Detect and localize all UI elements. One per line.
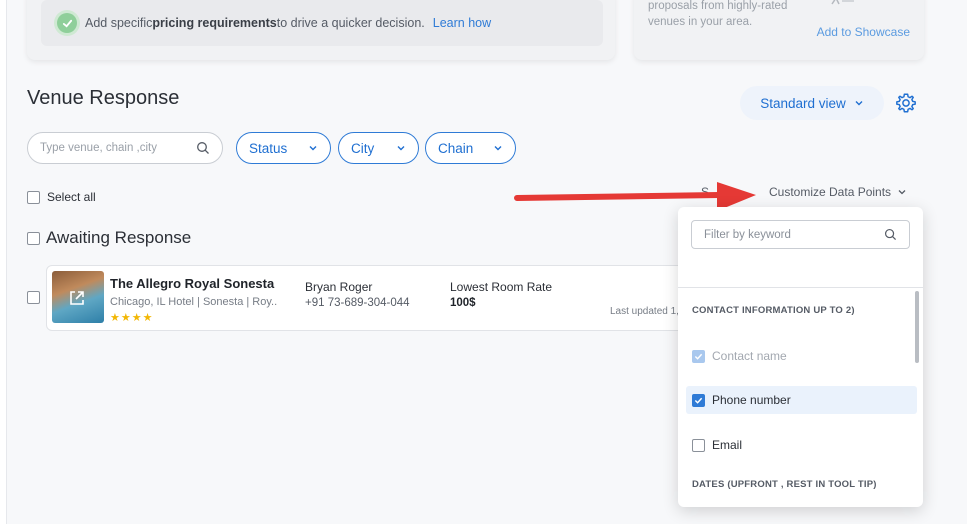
venue-name[interactable]: The Allegro Royal Sonesta (110, 276, 274, 291)
chevron-down-icon (855, 101, 863, 106)
status-filter-dropdown[interactable]: Status (236, 132, 331, 164)
venue-thumbnail[interactable] (52, 271, 104, 323)
select-all-checkbox[interactable] (27, 190, 40, 204)
rate-value: 100$ (450, 297, 476, 309)
page-title: Venue Response (27, 87, 180, 109)
star-rating: ★★★★ (110, 312, 154, 324)
customize-data-points-menu: CONTACT INFORMATION UP TO 2) Contact nam… (678, 207, 923, 507)
venue-details: Chicago, IL Hotel | Sonesta | Roy.. (110, 296, 278, 308)
external-link-icon[interactable] (68, 289, 86, 307)
keyword-filter-field[interactable] (691, 220, 910, 249)
search-icon (197, 142, 209, 154)
pricing-tip-bold: pricing requirements (152, 16, 277, 30)
select-all-label: Select all (47, 190, 96, 204)
menu-scrollbar[interactable] (915, 291, 919, 363)
option-email[interactable]: Email (686, 431, 917, 459)
contact-name: Bryan Roger (305, 280, 373, 294)
contact-phone: +91 73-689-304-044 (305, 297, 410, 309)
pricing-tip-prefix: Add specific (85, 16, 153, 30)
search-icon (884, 228, 897, 241)
standard-view-dropdown[interactable]: Standard view (740, 86, 884, 120)
email-checkbox[interactable] (692, 438, 705, 452)
city-filter-label: City (351, 140, 375, 156)
option-contact-name: Contact name (686, 342, 917, 370)
last-updated: Last updated 1, (610, 306, 679, 317)
standard-view-label: Standard view (760, 95, 846, 111)
option-phone-number[interactable]: Phone number (686, 386, 917, 414)
pricing-tip-card: Add specific pricing requirements to dri… (27, 0, 615, 60)
pricing-tip: Add specific pricing requirements to dri… (41, 0, 603, 46)
showcase-text: proposals from highly-rated venues in yo… (648, 0, 788, 28)
contact-name-checkbox (692, 349, 705, 363)
rate-label: Lowest Room Rate (450, 280, 553, 294)
learn-how-link[interactable]: Learn how (433, 16, 491, 30)
customize-data-points-label: Customize Data Points (769, 185, 892, 199)
pricing-tip-suffix: to drive a quicker decision. (276, 16, 425, 30)
awaiting-group-checkbox[interactable] (27, 231, 40, 245)
contact-info-heading: CONTACT INFORMATION UP TO 2) (692, 305, 855, 316)
showcase-card: proposals from highly-rated venues in yo… (634, 0, 924, 60)
chevron-down-icon (898, 190, 906, 195)
awaiting-group-title: Awaiting Response (46, 228, 192, 247)
awaiting-group-header: Awaiting Response (27, 228, 191, 248)
chevron-down-icon (397, 146, 405, 151)
menu-divider (678, 287, 923, 288)
status-filter-label: Status (249, 140, 288, 156)
dates-heading: DATES (UPFRONT , REST IN TOOL TIP) (692, 479, 877, 490)
chevron-down-icon (309, 146, 317, 151)
chevron-down-icon (494, 146, 502, 151)
left-panel-edge (0, 0, 7, 524)
city-filter-dropdown[interactable]: City (338, 132, 419, 164)
select-all-row: Select all (27, 190, 96, 204)
venue-row-checkbox[interactable] (27, 291, 40, 304)
option-label: Phone number (712, 393, 791, 407)
option-label: Contact name (712, 349, 787, 363)
add-to-showcase-link[interactable]: Add to Showcase (817, 25, 910, 39)
phone-number-checkbox[interactable] (692, 393, 705, 407)
chain-filter-dropdown[interactable]: Chain (425, 132, 516, 164)
venue-search-field[interactable] (27, 132, 223, 164)
option-label: Email (712, 438, 743, 452)
venue-row[interactable]: The Allegro Royal Sonesta Chicago, IL Ho… (46, 265, 706, 331)
settings-gear-icon[interactable] (895, 92, 917, 114)
keyword-filter-input[interactable] (704, 228, 874, 241)
chain-filter-label: Chain (438, 140, 474, 156)
check-circle-icon (57, 13, 77, 33)
venue-search-input[interactable] (40, 142, 190, 154)
customize-data-points-button[interactable]: Customize Data Points (769, 185, 907, 199)
showcase-illustration-icon (830, 0, 856, 6)
